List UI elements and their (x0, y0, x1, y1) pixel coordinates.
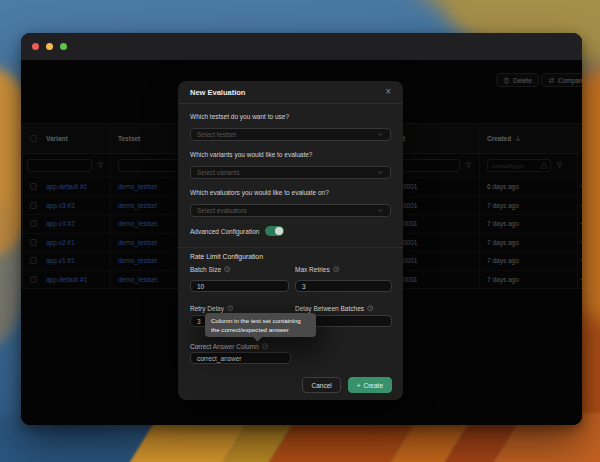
modal-title: New Evaluation (190, 88, 245, 97)
desktop: Delete Compare Variant Testset t Created (0, 0, 600, 462)
chevron-down-icon (377, 169, 384, 176)
tooltip-text: Column in the test set containing the co… (211, 317, 301, 333)
chevron-down-icon (377, 207, 384, 214)
svg-text:?: ? (335, 268, 337, 272)
minimize-window-button[interactable] (46, 43, 53, 50)
question-circle-icon: ? (227, 305, 234, 312)
variants-question-label: Which variants you would like to evaluat… (190, 151, 391, 158)
chevron-down-icon (377, 131, 384, 138)
evaluators-question-label: Which evaluators you would like to evalu… (190, 189, 391, 196)
max-retries-label: Max Retries ? (295, 266, 392, 273)
testset-question-label: Which testset do you want to use? (190, 113, 391, 120)
question-circle-icon: ? (367, 305, 374, 312)
delay-between-batches-label: Delay Between Batches ? (295, 305, 392, 312)
svg-text:?: ? (369, 307, 371, 311)
batch-size-input[interactable]: 10 (190, 280, 289, 292)
rate-limit-title: Rate Limit Configuration (190, 253, 391, 260)
zoom-window-button[interactable] (60, 43, 67, 50)
advanced-configuration-row: Advanced Configuration (190, 226, 391, 236)
question-circle-icon[interactable]: ? (262, 343, 269, 350)
advanced-configuration-toggle[interactable] (265, 226, 284, 236)
variants-select[interactable]: Select variants (190, 166, 391, 179)
testset-select-placeholder: Select testset (197, 131, 236, 138)
variants-select-placeholder: Select variants (197, 169, 240, 176)
advanced-configuration-label: Advanced Configuration (190, 228, 259, 235)
evaluators-select[interactable]: Select evaluators (190, 204, 391, 217)
svg-text:?: ? (229, 307, 231, 311)
correct-answer-input[interactable]: correct_answer (190, 352, 291, 364)
new-evaluation-modal: New Evaluation × Which testset do you wa… (178, 81, 403, 400)
question-circle-icon: ? (333, 266, 340, 273)
correct-answer-column-label: Correct Answer Column ? (190, 343, 391, 350)
testset-select[interactable]: Select testset (190, 128, 391, 141)
modal-header: New Evaluation × (178, 81, 403, 104)
cancel-button[interactable]: Cancel (302, 377, 340, 393)
tooltip: Column in the test set containing the co… (205, 313, 316, 337)
svg-text:?: ? (226, 268, 228, 272)
close-window-button[interactable] (32, 43, 39, 50)
section-divider (178, 247, 403, 248)
retry-delay-label: Retry Delay ? (190, 305, 287, 312)
create-button[interactable]: +Create (348, 377, 392, 393)
question-circle-icon: ? (224, 266, 231, 273)
modal-footer: Cancel +Create (302, 377, 392, 393)
close-icon[interactable]: × (385, 87, 391, 97)
max-retries-input[interactable]: 3 (295, 280, 392, 292)
toggle-knob (275, 227, 283, 235)
plus-icon: + (357, 382, 361, 389)
batch-size-label: Batch Size ? (190, 266, 287, 273)
window-titlebar (21, 33, 582, 60)
evaluators-select-placeholder: Select evaluators (197, 207, 247, 214)
svg-text:?: ? (264, 345, 266, 349)
